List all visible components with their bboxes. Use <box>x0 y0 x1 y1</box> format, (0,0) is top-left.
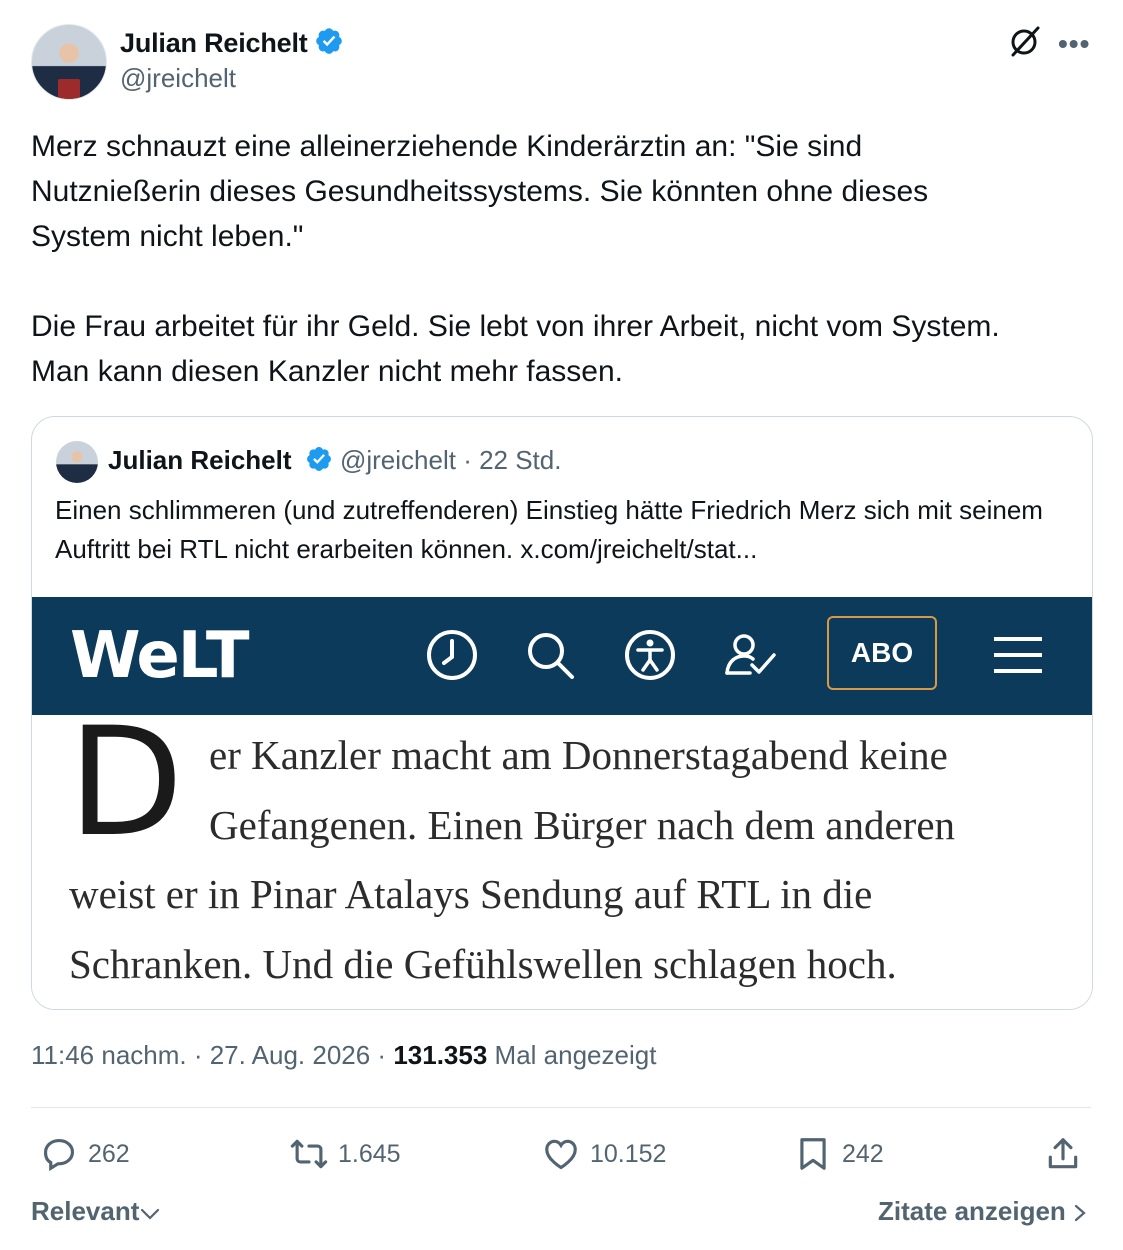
tweet-timestamp: 11:46 nachm. · 27. Aug. 2026 · 131.353 M… <box>31 1040 656 1071</box>
chevron-down-icon <box>141 1208 160 1220</box>
author-name-text[interactable]: Julian Reichelt <box>120 28 308 58</box>
repost-count: 1.645 <box>338 1139 401 1168</box>
view-count-label: Mal angezeigt <box>494 1040 657 1070</box>
hamburger-menu-icon <box>994 637 1042 673</box>
quoted-tweet-card[interactable]: Julian Reichelt @jreichelt · 22 Std. Ein… <box>31 416 1093 1010</box>
reply-icon <box>43 1138 75 1172</box>
quote-text: Einen schlimmeren (und zutreffenderen) E… <box>55 495 1043 564</box>
article-excerpt-image: D er Kanzler macht am Donnerstagabend ke… <box>32 696 1092 1009</box>
search-icon <box>528 633 574 679</box>
bookmark-count: 242 <box>842 1139 884 1168</box>
quote-header: Julian Reichelt @jreichelt · 22 Std. <box>108 445 561 476</box>
grok-icon[interactable] <box>1008 24 1042 58</box>
view-count: 131.353 <box>393 1040 488 1070</box>
sort-replies-dropdown[interactable]: Relevant <box>31 1196 161 1227</box>
reply-count: 262 <box>88 1139 130 1168</box>
view-quotes-label: Zitate anzeigen <box>878 1196 1066 1226</box>
quote-verified-badge-icon <box>306 447 331 471</box>
quote-avatar <box>56 441 98 483</box>
share-button[interactable] <box>1044 1132 1082 1176</box>
chevron-right-icon <box>1074 1204 1086 1222</box>
verified-badge-icon <box>315 28 342 54</box>
quote-time: · 22 Std. <box>463 445 562 475</box>
divider <box>31 1107 1091 1108</box>
reply-button[interactable]: 262 <box>40 1132 130 1176</box>
article-line: Gefangenen. Einen Bürger nach dem andere… <box>209 802 956 848</box>
article-line: Schranken. Und die Gefühlswellen schlage… <box>69 941 897 987</box>
article-dropcap: D <box>68 696 184 870</box>
bookmark-icon <box>800 1138 826 1170</box>
quote-author-name: Julian Reichelt <box>108 445 292 475</box>
welt-logo: WeLT <box>70 619 250 693</box>
author-name[interactable]: Julian Reichelt <box>120 26 344 59</box>
sort-label: Relevant <box>31 1196 140 1226</box>
tweet-time[interactable]: 11:46 nachm. · 27. Aug. 2026 · <box>31 1040 386 1070</box>
abo-button: ABO <box>827 616 937 690</box>
author-handle[interactable]: @jreichelt <box>120 63 236 94</box>
like-count: 10.152 <box>590 1139 667 1168</box>
like-button[interactable]: 10.152 <box>542 1132 666 1176</box>
article-line: weist er in Pinar Atalays Sendung auf RT… <box>69 871 873 917</box>
view-quotes-link[interactable]: Zitate anzeigen <box>878 1196 1087 1227</box>
welt-header-image: WeLT ABO <box>32 597 1092 715</box>
clock-icon <box>427 630 477 680</box>
quote-handle: @jreichelt <box>339 445 456 475</box>
tweet-text: Merz schnauzt eine alleinerziehende Kind… <box>31 130 1000 388</box>
article-line: er Kanzler macht am Donnerstagabend kein… <box>209 732 948 778</box>
heart-icon <box>545 1139 577 1170</box>
accessibility-icon <box>625 630 675 680</box>
author-avatar[interactable] <box>31 24 107 100</box>
repost-icon <box>290 1139 328 1169</box>
user-check-icon <box>725 634 776 675</box>
more-options-icon[interactable]: ••• <box>1058 28 1090 60</box>
repost-button[interactable]: 1.645 <box>290 1132 401 1176</box>
bookmark-button[interactable]: 242 <box>794 1132 884 1176</box>
share-icon <box>1048 1138 1078 1169</box>
